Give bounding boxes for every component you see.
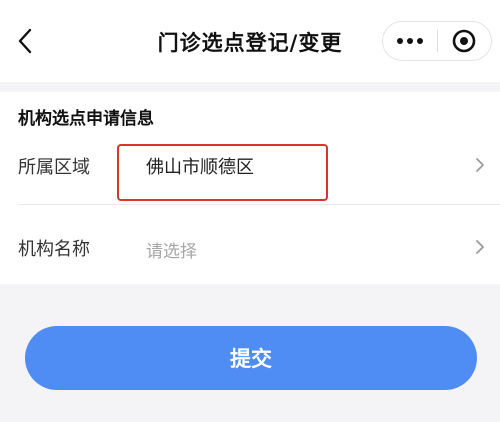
- region-field[interactable]: 所属区域 佛山市顺德区: [0, 136, 500, 196]
- more-dots-icon: [397, 38, 423, 44]
- submit-button[interactable]: 提交: [25, 326, 477, 390]
- application-info-card: 机构选点申请信息 所属区域 佛山市顺德区 机构名称 请选择: [0, 92, 500, 284]
- navigation-bar: 门诊选点登记/变更: [0, 0, 500, 82]
- institution-name-label: 机构名称: [18, 239, 90, 260]
- section-title: 机构选点申请信息: [18, 109, 154, 129]
- row-divider: [18, 204, 500, 205]
- chevron-right-icon: [476, 158, 484, 172]
- chevron-right-icon: [476, 240, 484, 254]
- more-button[interactable]: [383, 22, 437, 60]
- region-label: 所属区域: [18, 157, 90, 178]
- institution-name-field[interactable]: 机构名称 请选择: [0, 218, 500, 278]
- institution-name-placeholder: 请选择: [146, 242, 197, 262]
- region-value: 佛山市顺德区: [146, 157, 254, 178]
- miniprogram-capsule: [382, 21, 492, 61]
- target-circle-icon: [453, 29, 476, 53]
- close-miniprogram-button[interactable]: [438, 22, 491, 60]
